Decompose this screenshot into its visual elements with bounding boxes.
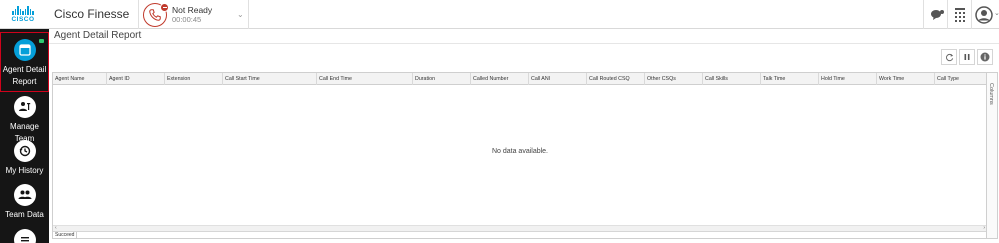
refresh-button[interactable] bbox=[941, 49, 957, 65]
app-title: Cisco Finesse bbox=[54, 7, 130, 21]
empty-message: No data available. bbox=[491, 148, 549, 155]
cisco-logo: CISCO bbox=[0, 0, 46, 29]
team-data-icon bbox=[13, 184, 36, 206]
column-header[interactable]: Hold Time bbox=[819, 73, 877, 85]
nav-item-label: Agent Detail Report bbox=[2, 65, 47, 86]
column-header[interactable]: Extension bbox=[165, 73, 223, 85]
column-header[interactable]: Agent Name bbox=[53, 73, 107, 85]
column-header[interactable]: Talk Time bbox=[761, 73, 819, 85]
agent-state-label: Not Ready bbox=[172, 4, 213, 15]
menu-icon bbox=[13, 229, 36, 243]
column-header[interactable]: Other CSQs bbox=[645, 73, 703, 85]
status-indicator bbox=[39, 39, 44, 43]
columns-side-tab[interactable]: Columns bbox=[986, 73, 997, 238]
column-header[interactable]: Work Time bbox=[877, 73, 935, 85]
column-header[interactable]: Call End Time bbox=[317, 73, 413, 85]
agent-state-dropdown[interactable]: Not Ready 00:00:45 ⌄ bbox=[140, 2, 248, 27]
divider bbox=[49, 43, 999, 44]
nav-item-label: Team Data bbox=[5, 210, 44, 219]
refresh-icon bbox=[945, 53, 953, 61]
nav-item-my-history[interactable]: My History bbox=[0, 140, 49, 177]
column-header[interactable]: Call Type bbox=[935, 73, 993, 85]
divider bbox=[923, 0, 924, 29]
column-header[interactable]: Duration bbox=[413, 73, 471, 85]
nav-item-agent-detail-report[interactable]: Agent Detail Report bbox=[0, 32, 49, 92]
divider bbox=[138, 0, 139, 29]
column-header[interactable]: Call Routed CSQ bbox=[587, 73, 645, 85]
status-text: Succeed bbox=[55, 232, 75, 238]
column-header[interactable]: Call Skills bbox=[703, 73, 761, 85]
pause-icon bbox=[964, 54, 970, 60]
dialpad-icon[interactable] bbox=[949, 4, 971, 26]
logo-text: CISCO bbox=[11, 16, 35, 23]
nav-item-team-data[interactable]: Team Data bbox=[0, 184, 49, 221]
left-navigation: Agent Detail Report Manage Team My Histo… bbox=[0, 29, 49, 243]
grid-header-row: Agent Name Agent ID Extension Call Start Ti… bbox=[53, 73, 993, 85]
nav-item-label: My History bbox=[5, 166, 44, 175]
column-header[interactable]: Call ANI bbox=[529, 73, 587, 85]
info-icon bbox=[980, 52, 990, 62]
column-header[interactable]: Agent ID bbox=[107, 73, 165, 85]
manage-team-icon bbox=[13, 96, 36, 118]
nav-item-manage-team[interactable]: Manage Team bbox=[0, 96, 49, 145]
info-button[interactable] bbox=[977, 49, 993, 65]
team-message-icon[interactable] bbox=[926, 4, 948, 26]
chevron-down-icon: ⌄ bbox=[237, 10, 244, 19]
history-icon bbox=[13, 140, 36, 162]
gadget-toolbar bbox=[941, 49, 993, 65]
gadget-title: Agent Detail Report bbox=[54, 30, 142, 41]
pause-button[interactable] bbox=[959, 49, 975, 65]
column-header[interactable]: Call Start Time bbox=[223, 73, 317, 85]
nav-item-more[interactable] bbox=[0, 229, 49, 243]
divider bbox=[947, 0, 948, 29]
agent-state-timer: 00:00:45 bbox=[172, 14, 202, 24]
top-bar: CISCO Cisco Finesse Not Ready 00:00:45 ⌄… bbox=[0, 0, 999, 29]
divider bbox=[248, 0, 249, 29]
columns-tab-label: Columns bbox=[988, 83, 994, 105]
phone-not-ready-icon bbox=[143, 2, 169, 27]
report-icon bbox=[13, 39, 36, 61]
column-header[interactable]: Called Number bbox=[471, 73, 529, 85]
user-avatar-icon[interactable]: ⌄ bbox=[973, 4, 999, 26]
status-bar: Succeed bbox=[53, 231, 987, 239]
main-content: Agent Detail Report Agent Name Agent ID Ex… bbox=[49, 29, 999, 243]
report-grid: Agent Name Agent ID Extension Call Start Ti… bbox=[52, 72, 998, 239]
divider bbox=[971, 0, 972, 29]
